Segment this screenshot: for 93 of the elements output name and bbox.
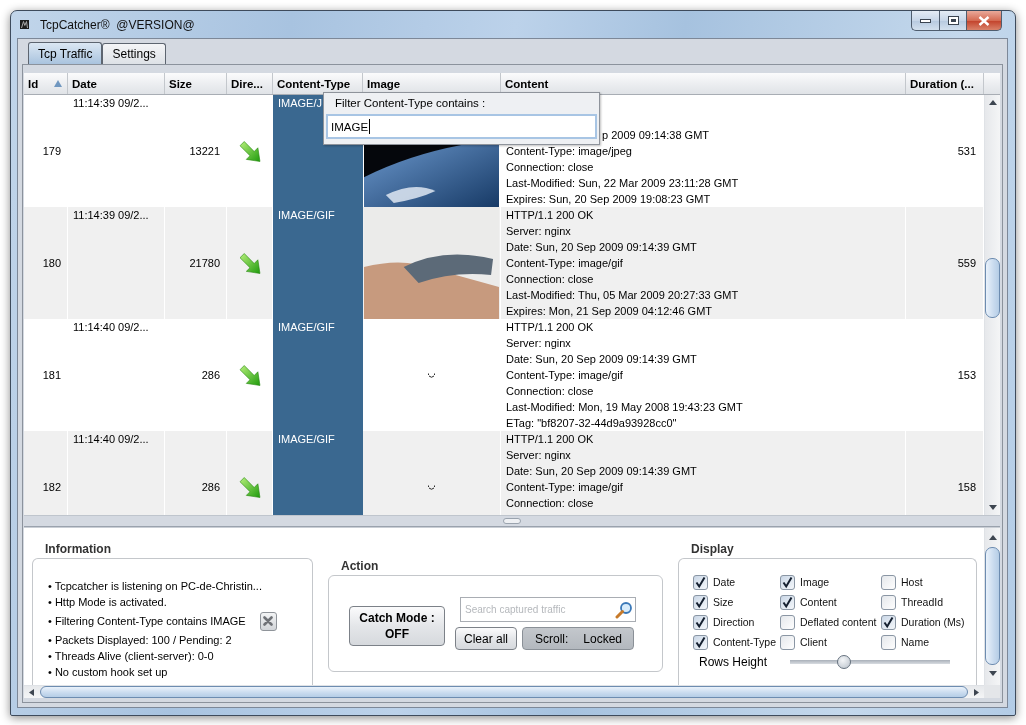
column-header[interactable]: Id [24,73,68,94]
table-cell: IMAGE/GIF [273,431,363,515]
checkbox-label: Duration (Ms) [901,616,965,628]
smiley-icon [428,484,435,490]
sort-ascending-icon [54,80,62,87]
checkbox-label: Client [800,636,827,648]
down-right-arrow-icon [238,140,261,162]
maximize-button[interactable] [939,11,966,31]
checkbox-label: ThreadId [901,596,944,608]
checkbox[interactable] [881,634,896,650]
slider-label: Rows Height [699,655,768,669]
info-text: • Filtering Content-Type contains IMAGE [48,615,246,627]
remove-filter-button[interactable] [259,611,277,631]
info-text: • Packets Displayed: 100 / Pending: 2 [48,634,232,646]
checked-checkbox[interactable] [693,574,708,590]
checked-checkbox[interactable] [693,594,708,610]
checkbox-label: Content-Type [713,636,777,648]
table-cell: IMAGE/GIF [273,319,363,431]
vertical-scrollbar[interactable] [984,528,1000,685]
table-cell: HTTP/1.1 200 OK Server: nginx Date: Sun, 20 Sep 2009 09:14:39 GMT Content-Type: image/gif Connection: close Last-Modified: Mon, 19 May 2008 19:43:23 GMT ETag: "bf8207-32-44d9a93928cc0" [501,319,906,431]
checkbox[interactable] [780,634,795,650]
close-icon [978,15,990,26]
checkbox-label: Direction [713,616,755,628]
info-text: • Http Mode is activated. [48,596,167,608]
info-text: • Threads Alive (client-server): 0-0 [48,650,214,662]
table-cell: 158 [906,431,984,515]
table-cell: HTTP/1.1 200 OK Server: nginx Date: Sun, 20 Sep 2009 09:14:39 GMT Content-Type: image/gif Connection: close Last-Modified: Thu, 05 Mar 2009 20:27:33 GMT Expires: Mon, 21 Sep 2009 04:12:46 GMT [501,207,906,319]
cross-icon [263,616,274,626]
table-cell: 559 [906,207,984,319]
clear-all-button[interactable]: Clear all [455,627,517,650]
text-cursor-icon [369,119,371,134]
table-cell: 11:14:39 09/2... [68,95,165,207]
scroll-lock-toggle[interactable]: Scroll: Locked [522,627,634,650]
scrollbar-corner [984,685,1000,698]
table-cell: 21780 [165,207,227,319]
search-icon [615,600,633,619]
down-right-arrow-icon [238,364,261,386]
checkbox-label: Host [901,576,923,588]
slider-thumb[interactable] [837,655,852,669]
checkbox-label: Name [901,636,929,648]
checked-checkbox[interactable] [780,594,795,610]
down-right-arrow-icon [238,252,261,274]
maximize-icon [947,16,959,25]
checked-checkbox[interactable] [780,574,795,590]
table-cell: 182 [24,431,68,515]
checked-checkbox[interactable] [693,614,708,630]
table-cell: 286 [165,319,227,431]
table-cell: IMAGE/GIF [273,207,363,319]
app-logo-icon [20,20,29,29]
table-cell: 181 [24,319,68,431]
scrollbar-thumb[interactable] [985,547,1000,665]
table-cell: 11:14:39 09/2... [68,207,165,319]
info-text: • Tcpcatcher is listening on PC-de-Christin... [48,580,262,592]
checkbox[interactable] [780,614,795,630]
catch-mode-button[interactable]: Catch Mode : OFF [349,605,445,646]
section-title: Action [341,558,379,574]
grip-icon [503,518,521,524]
info-text: • No custom hook set up [48,666,168,678]
column-header[interactable]: Dire... [227,73,273,94]
down-right-arrow-icon [238,476,261,498]
vertical-scrollbar[interactable] [984,95,1000,515]
table-cell: 179 [24,95,68,207]
checkbox[interactable] [881,574,896,590]
table-cell: 153 [906,319,984,431]
filter-input[interactable]: IMAGE [326,114,597,139]
close-button[interactable] [966,11,1002,31]
column-header[interactable]: Date [68,73,165,94]
tab[interactable]: Tcp Traffic [28,42,103,64]
checked-checkbox[interactable] [693,634,708,650]
table-cell: 13221 [165,95,227,207]
table-cell: 11:14:40 09/2... [68,319,165,431]
table-cell: 11:14:40 09/2... [68,431,165,515]
checkbox-label: Size [713,596,734,608]
checkbox-label: Deflated content [800,616,877,628]
section-title: Information [45,541,111,557]
smiley-icon [428,372,435,378]
checkbox-label: Date [713,576,736,588]
checkbox[interactable] [881,594,896,610]
tab[interactable]: Settings [102,43,166,64]
window-title: TcpCatcher® @VERSION@ [40,17,195,32]
table-cell: HTTP/1.1 200 OK Server: nginx Date: Sun, 20 Sep 2009 09:14:39 GMT Content-Type: image/gif Connection: close [501,431,906,515]
scrollbar-thumb[interactable] [985,258,1000,318]
checked-checkbox[interactable] [881,614,896,630]
column-header[interactable]: Duration (... [906,73,984,94]
checkbox-label: Content [800,596,837,608]
column-header[interactable]: Size [165,73,227,94]
minimize-icon [920,18,931,23]
table-cell: 286 [165,431,227,515]
section-title: Display [691,541,734,557]
checkbox-label: Image [800,576,830,588]
table-cell: 531 [906,95,984,207]
table-cell: 180 [24,207,68,319]
minimize-button[interactable] [911,11,939,31]
